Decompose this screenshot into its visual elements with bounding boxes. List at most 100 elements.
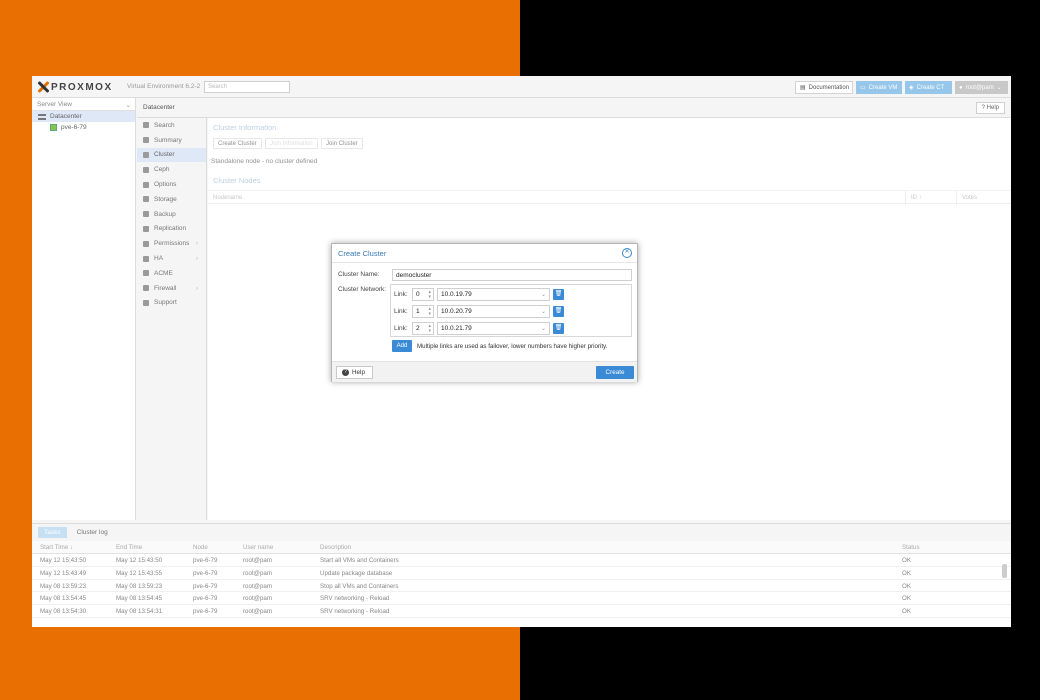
- documentation-button[interactable]: ▤ Documentation: [795, 81, 853, 94]
- menu-item-summary[interactable]: Summary: [137, 133, 206, 148]
- cell-node: pve-6-79: [193, 608, 218, 616]
- column-header-description[interactable]: Description: [320, 544, 351, 551]
- menu-item-label: HA: [154, 255, 164, 263]
- heartbeat-icon: [143, 255, 149, 262]
- question-icon: ?: [342, 369, 349, 376]
- menu-item-search[interactable]: Search: [137, 118, 206, 133]
- tree-item-node[interactable]: pve-6-79: [32, 122, 135, 133]
- tree-item-datacenter[interactable]: Datacenter: [32, 111, 135, 122]
- user-menu-button[interactable]: ● root@pam ⌄: [955, 81, 1008, 94]
- link-number-stepper[interactable]: 1 ▴ ▾: [412, 305, 434, 318]
- dialog-header: Create Cluster ✕: [332, 244, 637, 263]
- link-address-select[interactable]: 10.0.20.79 ⌄: [437, 305, 550, 318]
- chevron-down-icon[interactable]: ⌄: [541, 308, 546, 315]
- cell-status: OK: [902, 582, 911, 590]
- cell-description: Stop all VMs and Containers: [320, 582, 399, 590]
- table-row[interactable]: May 12 15:43:49 May 12 15:43:55 pve-6-79…: [32, 567, 1011, 580]
- cell-start: May 12 15:43:49: [40, 569, 87, 577]
- question-icon: ?: [981, 105, 985, 111]
- create-ct-button[interactable]: ◈ Create CT: [905, 81, 952, 94]
- cell-start: May 12 15:43:50: [40, 557, 87, 564]
- cell-user: root@pam: [243, 608, 272, 616]
- link-number-stepper[interactable]: 2 ▴ ▾: [412, 322, 434, 335]
- close-icon[interactable]: ✕: [622, 248, 632, 258]
- table-row[interactable]: May 08 13:54:30 May 08 13:54:31 pve-6-79…: [32, 605, 1011, 618]
- dialog-footer: ? Help Create: [332, 361, 637, 382]
- trash-icon[interactable]: 🗑: [553, 289, 564, 300]
- floppy-icon: [143, 211, 149, 218]
- create-button[interactable]: Create: [596, 366, 634, 379]
- add-link-button[interactable]: Add: [392, 340, 412, 352]
- chevron-down-icon[interactable]: ⌄: [541, 325, 546, 332]
- scroll-thumb[interactable]: [1002, 564, 1007, 578]
- menu-item-backup[interactable]: Backup: [137, 207, 206, 222]
- menu-item-firewall[interactable]: Firewall ›: [137, 281, 206, 296]
- link-number-stepper[interactable]: 0 ▴ ▾: [412, 288, 434, 301]
- cell-start: May 08 13:54:45: [40, 595, 87, 603]
- cluster-name-input[interactable]: democluster: [392, 269, 632, 281]
- chevron-down-icon[interactable]: ⌄: [541, 291, 546, 298]
- dialog-help-button[interactable]: ? Help: [336, 366, 373, 379]
- link-address-select[interactable]: 10.0.19.79 ⌄: [437, 288, 550, 301]
- tree-item-label: Datacenter: [50, 113, 82, 120]
- menu-item-options[interactable]: Options: [137, 177, 206, 192]
- column-header-user[interactable]: User name: [243, 544, 273, 551]
- link-address-select[interactable]: 10.0.21.79 ⌄: [437, 322, 550, 335]
- help-button[interactable]: ? Help: [975, 102, 1005, 114]
- stepper-arrows-icon[interactable]: ▴ ▾: [428, 290, 431, 300]
- cell-status: OK: [902, 557, 911, 564]
- menu-item-replication[interactable]: Replication: [137, 222, 206, 237]
- link-address: 10.0.21.79: [441, 325, 472, 332]
- menu-item-label: Ceph: [154, 166, 170, 174]
- cell-user: root@pam: [243, 595, 272, 603]
- column-header-node[interactable]: Node: [193, 544, 208, 551]
- column-header-start-time[interactable]: Start Time ↓: [40, 544, 73, 551]
- tab-cluster-log[interactable]: Cluster log: [71, 527, 114, 538]
- breadcrumb-bar: Datacenter ? Help: [137, 98, 1011, 118]
- links-hint: Multiple links are used as failover, low…: [417, 343, 608, 350]
- menu-item-cluster[interactable]: Cluster: [137, 147, 206, 163]
- table-row[interactable]: May 12 15:43:50 May 12 15:43:50 pve-6-79…: [32, 554, 1011, 567]
- chevron-down-icon: ⌄: [996, 85, 1002, 91]
- create-ct-label: Create CT: [916, 84, 945, 91]
- menu-item-ha[interactable]: HA ›: [137, 251, 206, 266]
- tasks-scrollbar[interactable]: [1002, 554, 1008, 624]
- view-selector[interactable]: Server View ⌄: [32, 98, 135, 111]
- stepper-arrows-icon[interactable]: ▴ ▾: [428, 307, 431, 317]
- search-input[interactable]: Search: [204, 81, 290, 93]
- table-row[interactable]: May 08 13:59:23 May 08 13:59:23 pve-6-79…: [32, 580, 1011, 593]
- tab-tasks[interactable]: Tasks: [38, 527, 67, 538]
- column-header-status[interactable]: Status: [902, 544, 920, 551]
- unlock-icon: [143, 240, 149, 247]
- cluster-network-links: Link: 0 ▴ ▾ 10.0.19.79 ⌄ 🗑 Link: 1 ▴ ▾ 10.0.2…: [390, 284, 632, 337]
- book-icon: ▤: [800, 85, 806, 91]
- log-tabs: Tasks Cluster log: [32, 524, 1011, 541]
- user-label: root@pam: [965, 84, 994, 91]
- cell-start: May 08 13:59:23: [40, 582, 87, 590]
- menu-item-ceph[interactable]: Ceph: [137, 162, 206, 177]
- help-label: Help: [986, 105, 999, 111]
- column-header-end-time[interactable]: End Time: [116, 544, 142, 551]
- create-vm-button[interactable]: ▭ Create VM: [856, 81, 902, 94]
- menu-item-permissions[interactable]: Permissions ›: [137, 236, 206, 251]
- documentation-label: Documentation: [808, 84, 850, 91]
- help-label: Help: [352, 369, 365, 376]
- ceph-icon: [143, 166, 149, 173]
- stepper-arrows-icon[interactable]: ▴ ▾: [428, 324, 431, 334]
- cell-node: pve-6-79: [193, 582, 218, 590]
- menu-item-label: Summary: [154, 136, 182, 144]
- menu-item-acme[interactable]: ACME: [137, 266, 206, 281]
- cell-description: Start all VMs and Containers: [320, 557, 399, 564]
- comments-icon: [143, 299, 149, 306]
- menu-item-label: Replication: [154, 225, 187, 233]
- table-row[interactable]: May 08 13:54:45 May 08 13:54:45 pve-6-79…: [32, 592, 1011, 606]
- trash-icon[interactable]: 🗑: [553, 323, 564, 334]
- menu-item-storage[interactable]: Storage: [137, 192, 206, 207]
- menu-item-support[interactable]: Support: [137, 296, 206, 311]
- logo-text: PROXMOX: [51, 81, 113, 93]
- database-icon: [143, 196, 149, 203]
- datacenter-icon: [38, 113, 46, 120]
- link-number: 1: [416, 308, 420, 315]
- trash-icon[interactable]: 🗑: [553, 306, 564, 317]
- menu-item-label: Firewall: [154, 284, 177, 292]
